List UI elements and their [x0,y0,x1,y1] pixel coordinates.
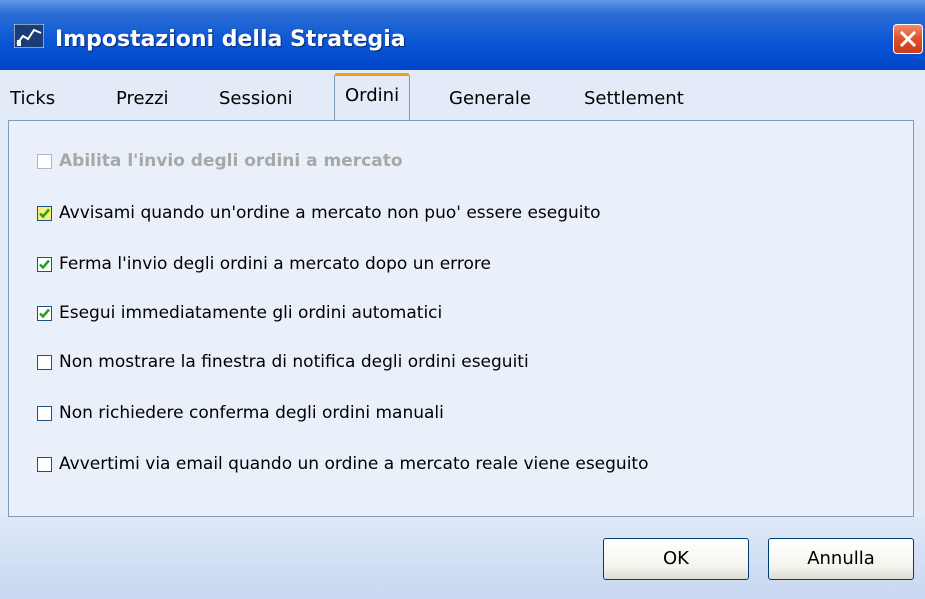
tab-generale[interactable]: Generale [449,88,531,109]
option-execute-auto-orders[interactable]: Esegui immediatamente gli ordini automat… [37,303,442,323]
option-stop-after-error[interactable]: Ferma l'invio degli ordini a mercato dop… [37,254,491,274]
tab-settlement[interactable]: Settlement [584,88,684,109]
tab-bar: Ticks Prezzi Sessioni Ordini Generale Se… [0,70,925,123]
check-icon [39,259,50,269]
checkbox[interactable] [37,456,52,472]
option-label: Abilita l'invio degli ordini a mercato [59,151,403,171]
checkbox[interactable] [37,405,52,421]
tab-sessioni[interactable]: Sessioni [219,88,293,109]
check-icon [39,208,50,218]
checkbox[interactable] [37,205,52,221]
checkbox[interactable] [37,354,52,370]
option-label: Non mostrare la finestra di notifica deg… [59,352,529,372]
option-label: Avvisami quando un'ordine a mercato non … [59,203,601,223]
ok-button[interactable]: OK [603,538,749,580]
checkbox [37,153,52,169]
option-label: Esegui immediatamente gli ordini automat… [59,303,443,323]
option-label: Avvertimi via email quando un ordine a m… [59,454,649,474]
option-notify-order-not-executed[interactable]: Avvisami quando un'ordine a mercato non … [37,203,601,223]
checkbox[interactable] [37,305,52,321]
title-bar[interactable]: Impostazioni della Strategia [0,0,925,70]
check-icon [39,308,50,318]
tab-ordini[interactable]: Ordini [334,73,411,123]
option-email-on-real-execution[interactable]: Avvertimi via email quando un ordine a m… [37,454,649,474]
option-label: Non richiedere conferma degli ordini man… [59,403,444,423]
close-button[interactable] [893,24,923,54]
cancel-button[interactable]: Annulla [768,538,914,580]
tab-prezzi[interactable]: Prezzi [116,88,169,109]
option-hide-notification-window[interactable]: Non mostrare la finestra di notifica deg… [37,352,529,372]
tab-ticks[interactable]: Ticks [10,88,55,109]
option-label: Ferma l'invio degli ordini a mercato dop… [59,254,491,274]
option-no-manual-confirmation[interactable]: Non richiedere conferma degli ordini man… [37,403,444,423]
strategy-settings-dialog: Impostazioni della Strategia Ticks Prezz… [0,0,925,599]
option-enable-market-orders: Abilita l'invio degli ordini a mercato [37,151,403,171]
window-title: Impostazioni della Strategia [55,27,406,52]
close-icon [899,30,917,48]
ordini-tab-panel: Abilita l'invio degli ordini a mercato A… [8,120,914,517]
chart-app-icon [14,24,44,48]
checkbox[interactable] [37,256,52,272]
